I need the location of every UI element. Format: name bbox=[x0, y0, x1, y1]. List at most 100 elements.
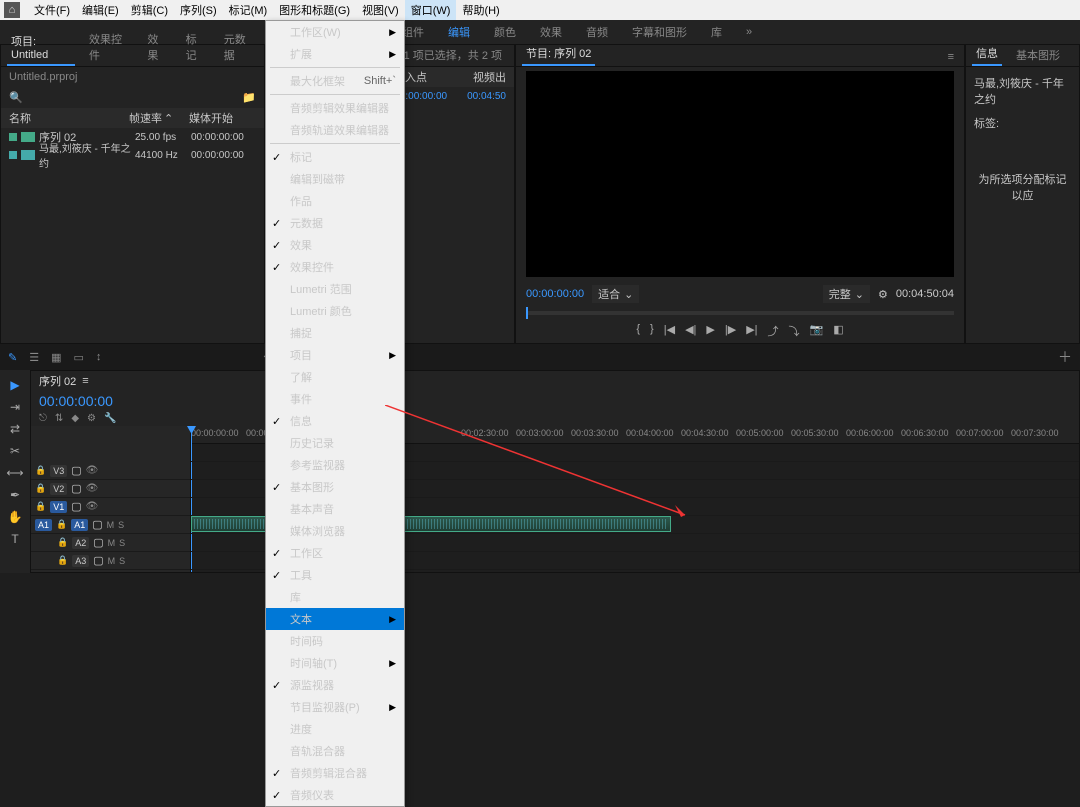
comparison-icon[interactable]: ◧ bbox=[833, 323, 843, 339]
menu-item[interactable]: 扩展▶ bbox=[266, 43, 404, 65]
lock-icon[interactable]: 🔒 bbox=[35, 465, 46, 476]
search-input[interactable] bbox=[27, 92, 239, 104]
target-icon[interactable]: ▢ bbox=[93, 536, 103, 549]
track-label[interactable]: V1 bbox=[50, 501, 67, 513]
track-label[interactable]: A1 bbox=[71, 519, 88, 531]
mark-out-icon[interactable]: } bbox=[650, 323, 654, 339]
extract-icon[interactable]: ⤵ bbox=[789, 323, 800, 339]
menu-file[interactable]: 文件(F) bbox=[28, 0, 76, 20]
program-title[interactable]: 节目: 序列 02 bbox=[522, 42, 595, 66]
menu-item[interactable]: ✓标记 bbox=[266, 146, 404, 168]
menu-item[interactable]: 媒体浏览器 bbox=[266, 520, 404, 542]
menu-item[interactable]: 音轨混合器 bbox=[266, 740, 404, 762]
target-icon[interactable]: ▢ bbox=[71, 464, 81, 477]
track-header-v1[interactable]: 🔒V1▢👁 bbox=[31, 498, 190, 516]
ws-libraries[interactable]: 库 bbox=[705, 20, 728, 44]
tab-markers[interactable]: 标记 bbox=[182, 28, 210, 66]
program-tc-left[interactable]: 00:00:00:00 bbox=[526, 288, 584, 300]
track-header-v3[interactable]: 🔒V3▢👁 bbox=[31, 462, 190, 480]
ws-effects[interactable]: 效果 bbox=[534, 20, 568, 44]
solo-icon[interactable]: S bbox=[118, 520, 124, 530]
menu-item[interactable]: ✓元数据 bbox=[266, 212, 404, 234]
type-tool-icon[interactable]: T bbox=[11, 532, 18, 546]
menu-item[interactable]: ✓源监视器 bbox=[266, 674, 404, 696]
menu-item[interactable]: 作品 bbox=[266, 190, 404, 212]
icon-view-icon[interactable]: ▦ bbox=[51, 351, 61, 364]
mark-in-icon[interactable]: { bbox=[636, 323, 640, 339]
settings-icon[interactable]: ⚙ bbox=[878, 288, 888, 301]
mute-icon[interactable]: M bbox=[108, 538, 116, 548]
target-icon[interactable]: ▢ bbox=[92, 518, 102, 531]
timeline-sequence-tab[interactable]: 序列 02 bbox=[39, 373, 76, 389]
program-monitor-viewport[interactable] bbox=[526, 71, 954, 277]
home-icon[interactable]: ⌂ bbox=[4, 2, 20, 18]
menu-item[interactable]: ✓工作区 bbox=[266, 542, 404, 564]
menu-item[interactable]: 了解 bbox=[266, 366, 404, 388]
folder-icon[interactable]: 📁 bbox=[242, 91, 256, 104]
menu-item[interactable]: 库 bbox=[266, 586, 404, 608]
track-header-a2[interactable]: 🔒 A2 ▢ MS bbox=[31, 534, 190, 552]
pen-tool-icon[interactable]: ✒ bbox=[10, 488, 20, 502]
target-icon[interactable]: ▢ bbox=[71, 500, 81, 513]
menu-item[interactable]: 参考监视器 bbox=[266, 454, 404, 476]
menu-item[interactable]: 时间码 bbox=[266, 630, 404, 652]
menu-item[interactable]: 音频剪辑效果编辑器 bbox=[266, 97, 404, 119]
step-forward-icon[interactable]: |▶ bbox=[725, 323, 736, 339]
tab-effects[interactable]: 效果 bbox=[143, 28, 171, 66]
tab-project[interactable]: 项目: Untitled bbox=[7, 30, 75, 66]
tab-effect-controls[interactable]: 效果控件 bbox=[85, 28, 133, 66]
export-frame-icon[interactable]: 📷 bbox=[810, 323, 824, 339]
menu-sequence[interactable]: 序列(S) bbox=[174, 0, 223, 20]
col-fps[interactable]: 帧速率 ⌃ bbox=[129, 110, 189, 126]
razor-tool-icon[interactable]: ✂ bbox=[10, 444, 20, 458]
menu-item[interactable]: 音频轨道效果编辑器 bbox=[266, 119, 404, 141]
menu-item[interactable]: 文本▶ bbox=[266, 608, 404, 630]
menu-item[interactable]: ✓工具 bbox=[266, 564, 404, 586]
lock-icon[interactable]: 🔒 bbox=[57, 537, 68, 548]
step-back-icon[interactable]: ◀| bbox=[685, 323, 696, 339]
eye-icon[interactable]: 👁 bbox=[86, 483, 99, 494]
pen-icon[interactable]: ✎ bbox=[8, 351, 17, 364]
mute-icon[interactable]: M bbox=[107, 520, 115, 530]
track-patch[interactable]: A1 bbox=[35, 519, 52, 531]
wrench-icon[interactable]: 🔧 bbox=[104, 413, 116, 424]
marker-icon[interactable]: ◆ bbox=[71, 413, 79, 424]
track-label[interactable]: V3 bbox=[50, 465, 67, 477]
menu-item[interactable]: ✓效果 bbox=[266, 234, 404, 256]
freeform-icon[interactable]: ▭ bbox=[74, 351, 84, 364]
solo-icon[interactable]: S bbox=[119, 538, 125, 548]
panel-menu-icon[interactable]: ≡ bbox=[944, 48, 958, 66]
menu-item[interactable]: 进度 bbox=[266, 718, 404, 740]
program-resolution[interactable]: 完整 ⌄ bbox=[823, 285, 870, 303]
menu-marker[interactable]: 标记(M) bbox=[223, 0, 274, 20]
track-label[interactable]: V2 bbox=[50, 483, 67, 495]
menu-item[interactable]: ✓音频剪辑混合器 bbox=[266, 762, 404, 784]
menu-item[interactable]: 事件 bbox=[266, 388, 404, 410]
lock-icon[interactable]: 🔒 bbox=[35, 483, 46, 494]
lock-icon[interactable]: 🔒 bbox=[57, 555, 68, 566]
program-scrubber[interactable] bbox=[526, 311, 954, 315]
sort-icon[interactable]: ↕ bbox=[96, 351, 102, 363]
link-icon[interactable]: ⇅ bbox=[55, 413, 63, 424]
project-row[interactable]: 马最,刘筱庆 - 千年之约 44100 Hz 00:00:00:00 bbox=[1, 146, 264, 164]
track-select-tool-icon[interactable]: ⇥ bbox=[10, 400, 20, 414]
menu-item[interactable]: Lumetri 颜色 bbox=[266, 300, 404, 322]
menu-item[interactable]: 基本声音 bbox=[266, 498, 404, 520]
menu-item[interactable]: ✓基本图形 bbox=[266, 476, 404, 498]
menu-item[interactable]: ✓信息 bbox=[266, 410, 404, 432]
track-label[interactable]: A2 bbox=[72, 537, 89, 549]
audio-clip[interactable] bbox=[191, 516, 671, 532]
ws-overflow-icon[interactable]: » bbox=[740, 22, 758, 42]
lift-icon[interactable]: ⤴ bbox=[768, 323, 779, 339]
settings-icon[interactable]: ⚙ bbox=[87, 413, 96, 424]
play-icon[interactable]: ▶ bbox=[706, 323, 714, 339]
solo-icon[interactable]: S bbox=[119, 556, 125, 566]
menu-window[interactable]: 窗口(W) bbox=[405, 0, 457, 20]
lock-icon[interactable]: 🔒 bbox=[56, 519, 67, 530]
menu-item[interactable]: ✓效果控件 bbox=[266, 256, 404, 278]
target-icon[interactable]: ▢ bbox=[71, 482, 81, 495]
lock-icon[interactable]: 🔒 bbox=[35, 501, 46, 512]
track-header-a1[interactable]: A1 🔒 A1 ▢ MS bbox=[31, 516, 190, 534]
tab-essential-graphics[interactable]: 基本图形 bbox=[1012, 44, 1064, 66]
tab-info[interactable]: 信息 bbox=[972, 42, 1002, 66]
